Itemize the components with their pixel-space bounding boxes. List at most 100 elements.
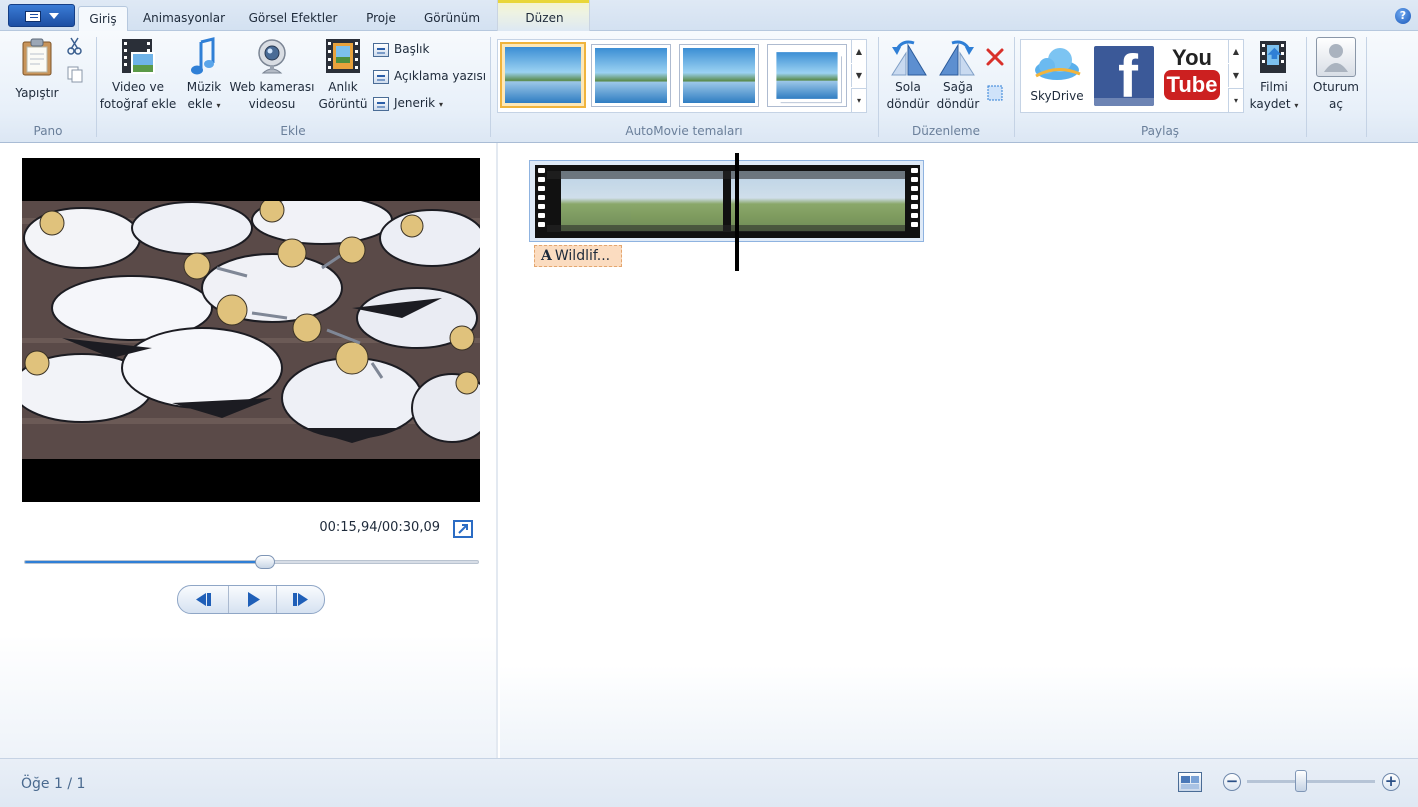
share-scroll-down-icon[interactable]: ▼ [1228, 64, 1243, 87]
previous-frame-button[interactable] [180, 586, 228, 613]
thumbnail-size-icon[interactable] [1178, 772, 1202, 792]
gannet-colony-image [22, 158, 480, 502]
webcam-video-button[interactable]: Web kamerası videosu [228, 37, 316, 113]
add-credits-button[interactable]: Jenerik ▾ [373, 93, 443, 113]
clip-frame [731, 171, 823, 231]
theme-thumbnail-2[interactable] [591, 44, 671, 107]
next-frame-icon [293, 593, 308, 606]
seek-slider[interactable] [24, 560, 479, 564]
group-label-pano: Pano [33, 124, 63, 138]
clip-bottom-band [547, 225, 905, 232]
sign-in-label-2: aç [1329, 97, 1343, 111]
facebook-button[interactable]: f [1094, 46, 1154, 106]
add-title-button[interactable]: Başlık [373, 39, 429, 59]
music-note-icon [189, 37, 219, 77]
share-scroll-up-icon[interactable]: ▲ [1228, 40, 1243, 63]
dropdown-arrow-icon: ▾ [438, 100, 443, 109]
theme-thumbnail-4[interactable] [767, 44, 847, 107]
menu-icon [25, 11, 41, 22]
select-all-icon[interactable] [987, 85, 1003, 101]
automovie-theme-gallery: ▲ ▼ ▾ [497, 39, 867, 113]
theme-thumbnail-3[interactable] [679, 44, 759, 107]
zoom-slider-thumb[interactable] [1294, 770, 1307, 792]
facebook-bar [1094, 98, 1154, 106]
caption-icon [373, 69, 389, 84]
copy-icon[interactable] [66, 65, 84, 83]
play-button[interactable] [228, 586, 276, 613]
rotate-left-label-2: döndür [886, 97, 930, 111]
add-caption-label: Açıklama yazısı [394, 69, 487, 83]
add-credits-label: Jenerik [394, 96, 436, 110]
snapshot-button[interactable]: Anlık Görüntü [318, 37, 368, 113]
storyboard-playhead[interactable] [735, 153, 739, 271]
tab-duzen-label: Düzen [525, 11, 564, 25]
paste-label: Yapıştır [15, 86, 59, 100]
seek-slider-thumb[interactable] [255, 555, 276, 569]
app-menu-button[interactable] [8, 4, 75, 27]
credits-icon [373, 96, 389, 111]
clipboard-icon [20, 37, 54, 77]
add-caption-button[interactable]: Açıklama yazısı [373, 66, 486, 86]
tab-giris[interactable]: Giriş [78, 6, 128, 32]
tab-duzen[interactable]: Düzen [497, 0, 590, 31]
help-icon[interactable]: ? [1395, 8, 1411, 24]
video-clip[interactable] [529, 160, 924, 242]
zoom-in-button[interactable]: + [1382, 773, 1400, 791]
save-movie-button[interactable]: Filmi kaydet ▾ [1246, 37, 1302, 114]
add-video-label-2: fotoğraf ekle [99, 97, 177, 111]
tab-gorsel-efektler[interactable]: Görsel Efektler [242, 6, 344, 31]
save-movie-label-1: Filmi [1260, 80, 1288, 94]
share-gallery: SkyDrive f You Tube ▲ ▼ ▾ [1020, 39, 1244, 113]
ribbon: Yapıştır Pano Video ve fotoğraf ekle Müz… [0, 31, 1418, 143]
youtube-button[interactable]: You Tube [1161, 46, 1223, 106]
preview-pane: 00:15,94/00:30,09 [0, 143, 498, 758]
youtube-logo-top: You [1172, 45, 1212, 70]
tab-gorunum[interactable]: Görünüm [418, 6, 486, 31]
remove-icon[interactable] [985, 47, 1005, 67]
tab-animasyonlar[interactable]: Animasyonlar [136, 6, 232, 31]
filmstrip [535, 165, 920, 238]
group-separator [1366, 37, 1367, 137]
add-music-button[interactable]: Müzik ekle ▾ [182, 37, 226, 114]
play-icon [248, 592, 260, 607]
add-music-label-2: ekle [187, 97, 213, 111]
title-icon [373, 42, 389, 57]
scissors-icon[interactable] [66, 37, 84, 55]
gallery-expand-icon[interactable]: ▾ [851, 88, 866, 113]
text-icon: A [541, 248, 552, 264]
zoom-out-button[interactable]: − [1223, 773, 1241, 791]
fullscreen-icon[interactable] [453, 520, 473, 538]
skydrive-button[interactable]: SkyDrive [1025, 42, 1089, 108]
sign-in-button[interactable]: Oturum aç [1310, 37, 1362, 113]
context-tab-strip [498, 0, 589, 3]
tab-proje[interactable]: Proje [354, 6, 408, 31]
caption-item-label: Wildlif... [554, 248, 611, 264]
video-preview[interactable] [22, 158, 480, 502]
film-photo-icon [120, 37, 156, 77]
gallery-scroll-up-icon[interactable]: ▲ [851, 40, 866, 63]
storyboard-pane: A Wildlif... [500, 143, 1418, 758]
webcam-icon [255, 37, 289, 77]
save-movie-label-2: kaydet [1249, 97, 1291, 111]
share-expand-icon[interactable]: ▾ [1228, 88, 1243, 113]
webcam-label-1: Web kamerası [229, 80, 315, 94]
clip-frame [547, 171, 639, 231]
rotate-right-button[interactable]: Sağa döndür [934, 37, 982, 113]
save-movie-icon [1257, 37, 1291, 77]
group-separator [490, 37, 491, 137]
rotate-left-button[interactable]: Sola döndür [884, 37, 932, 113]
add-title-label: Başlık [394, 42, 430, 56]
rotate-left-icon [888, 37, 928, 77]
gallery-scroll-down-icon[interactable]: ▼ [851, 64, 866, 87]
theme-thumbnail-1[interactable] [500, 42, 586, 108]
group-label-paylas: Paylaş [1140, 124, 1180, 138]
group-separator [878, 37, 879, 137]
next-frame-button[interactable] [276, 586, 324, 613]
add-video-photo-button[interactable]: Video ve fotoğraf ekle [98, 37, 178, 113]
previous-frame-icon [196, 593, 211, 606]
clip-top-band [547, 171, 905, 179]
paste-button[interactable]: Yapıştır [10, 37, 64, 102]
skydrive-icon [1035, 48, 1081, 80]
caption-item[interactable]: A Wildlif... [534, 245, 622, 267]
zoom-slider[interactable] [1247, 780, 1375, 783]
